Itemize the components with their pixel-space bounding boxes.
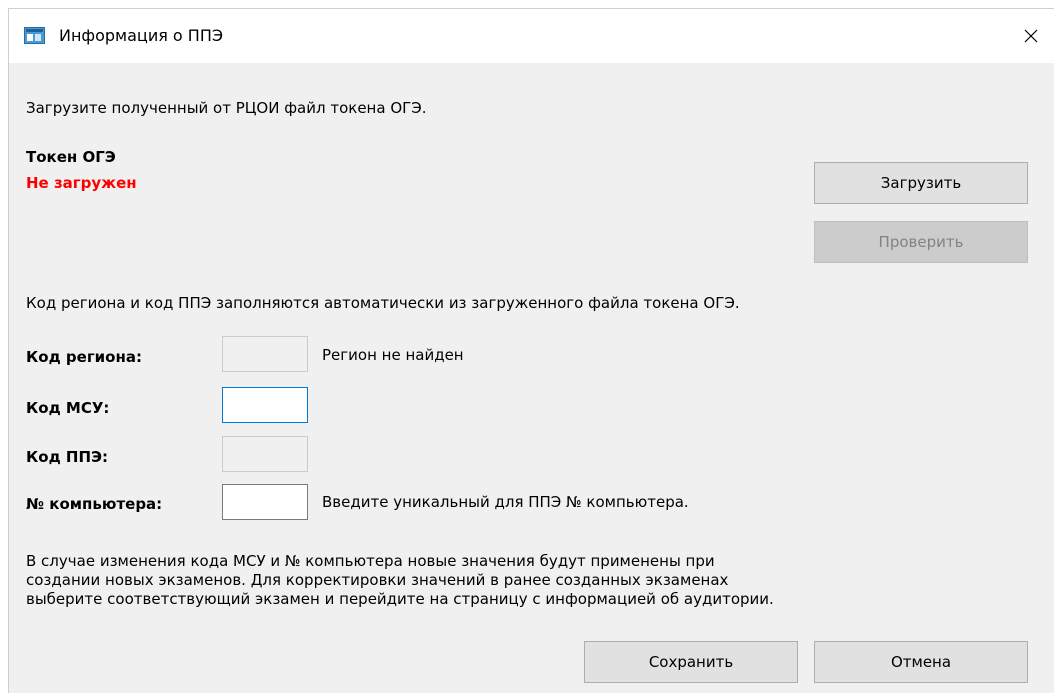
dialog-window: Информация о ППЭ Загрузите полученный от… <box>8 8 1054 693</box>
intro-text: Загрузите полученный от РЦОИ файл токена… <box>26 99 427 117</box>
check-button[interactable]: Проверить <box>814 221 1028 263</box>
msu-code-input[interactable] <box>222 387 308 423</box>
computer-number-input[interactable] <box>222 484 308 520</box>
token-label: Токен ОГЭ <box>26 148 116 166</box>
auto-fill-note: Код региона и код ППЭ заполняются автома… <box>26 294 740 312</box>
region-code-label: Код региона: <box>26 348 142 366</box>
save-button[interactable]: Сохранить <box>584 641 798 683</box>
load-button[interactable]: Загрузить <box>814 162 1028 204</box>
region-code-input[interactable] <box>222 336 308 372</box>
ppe-code-label: Код ППЭ: <box>26 448 109 466</box>
computer-number-hint: Введите уникальный для ППЭ № компьютера. <box>322 493 689 511</box>
region-hint: Регион не найден <box>322 346 464 364</box>
ppe-code-input[interactable] <box>222 436 308 472</box>
close-icon <box>1024 29 1038 43</box>
close-button[interactable] <box>1008 9 1054 63</box>
cancel-button[interactable]: Отмена <box>814 641 1028 683</box>
token-status: Не загружен <box>26 174 137 192</box>
msu-code-label: Код МСУ: <box>26 399 110 417</box>
window-title: Информация о ППЭ <box>59 26 224 45</box>
computer-number-label: № компьютера: <box>26 495 163 513</box>
title-bar: Информация о ППЭ <box>9 9 1054 63</box>
info-line: В случае изменения кода МСУ и № компьюте… <box>26 552 715 570</box>
info-paragraph: В случае изменения кода МСУ и № компьюте… <box>26 552 774 609</box>
info-line: выберите соответствующий экзамен и перей… <box>26 590 774 608</box>
info-line: создании новых экзаменов. Для корректиро… <box>26 571 729 589</box>
app-window-icon <box>24 27 45 44</box>
